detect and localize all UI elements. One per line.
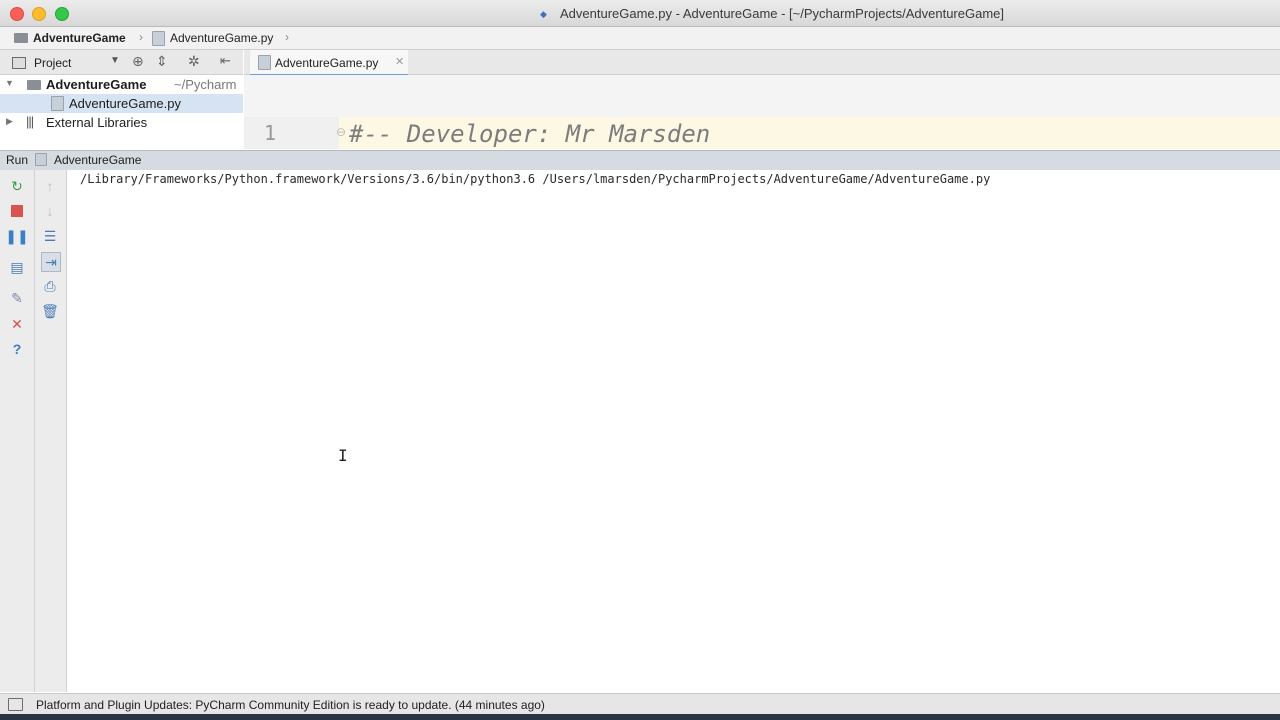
- title-bar: ◆ AdventureGame.py - AdventureGame - [~/…: [0, 0, 1280, 27]
- line-gutter: 1: [244, 117, 339, 149]
- project-view-icon: [12, 57, 26, 69]
- folder-icon: [27, 80, 41, 90]
- console-output: /Library/Frameworks/Python.framework/Ver…: [80, 172, 991, 186]
- library-icon: |||: [26, 114, 34, 129]
- trash-icon[interactable]: 🗑: [41, 302, 59, 320]
- navigation-bar: AdventureGame › AdventureGame.py ›: [0, 27, 1280, 50]
- window-title: AdventureGame.py - AdventureGame - [~/Py…: [560, 6, 1005, 21]
- line-number: 1: [264, 121, 277, 145]
- tree-item-project-root[interactable]: ▼ AdventureGame ~/Pycharm: [0, 75, 243, 94]
- close-icon[interactable]: ✕: [8, 315, 26, 333]
- soft-wrap-icon[interactable]: ☰: [41, 227, 59, 245]
- python-file-icon: [152, 31, 165, 46]
- project-view-selector[interactable]: Project: [34, 56, 71, 70]
- pin-icon[interactable]: ✎: [8, 289, 26, 307]
- folder-icon: [14, 33, 28, 43]
- close-tab-icon[interactable]: ✕: [395, 55, 404, 68]
- tree-item-label: AdventureGame: [46, 77, 147, 92]
- run-panel-header: Run AdventureGame: [0, 150, 1280, 171]
- stop-button[interactable]: [8, 202, 26, 220]
- expand-arrow-icon[interactable]: ▶: [6, 116, 13, 127]
- background-strip: [0, 714, 1280, 720]
- help-icon[interactable]: ?: [8, 340, 26, 358]
- expand-arrow-icon[interactable]: ▼: [5, 78, 14, 88]
- editor-tab[interactable]: AdventureGame.py ✕: [250, 50, 408, 76]
- run-toolbar-secondary: ↑ ↓ ☰ ⇥ ⎙ 🗑: [35, 170, 67, 692]
- print-icon[interactable]: ⎙: [41, 277, 59, 295]
- tree-item-file[interactable]: AdventureGame.py: [0, 94, 243, 113]
- rerun-icon[interactable]: ↻: [8, 177, 26, 195]
- python-file-icon: [35, 153, 47, 166]
- code-comment: #-- Developer: Mr Marsden: [349, 120, 711, 148]
- run-toolbar-primary: ↻ ❚❚ ▤ ✎ ✕ ?: [0, 170, 35, 692]
- editor-tab-bar: AdventureGame.py ✕: [244, 50, 1280, 76]
- project-panel-header: Project ▼ ⊕ ⇕ ✲ ⇤: [0, 50, 243, 75]
- breadcrumb-file[interactable]: AdventureGame.py: [170, 31, 273, 45]
- tree-item-label: AdventureGame.py: [69, 96, 182, 111]
- status-panel-icon[interactable]: [8, 698, 23, 711]
- tab-label: AdventureGame.py: [275, 56, 379, 70]
- up-arrow-icon[interactable]: ↑: [41, 177, 59, 195]
- pause-icon[interactable]: ❚❚: [5, 227, 28, 245]
- hide-panel-icon[interactable]: ⇤: [220, 53, 231, 69]
- text-cursor-icon: I: [338, 446, 348, 465]
- project-tree: ▼ AdventureGame ~/Pycharm AdventureGame.…: [0, 75, 243, 149]
- chevron-right-icon: ›: [139, 30, 143, 44]
- target-icon[interactable]: ⊕: [132, 53, 144, 70]
- chevron-right-icon: ›: [285, 30, 289, 44]
- layout-icon[interactable]: ▤: [8, 258, 26, 276]
- dropdown-arrow-icon[interactable]: ▼: [110, 55, 120, 66]
- status-message[interactable]: Platform and Plugin Updates: PyCharm Com…: [36, 698, 545, 712]
- breadcrumb-project[interactable]: AdventureGame: [33, 31, 126, 45]
- scroll-to-end-icon[interactable]: ⇥: [41, 252, 61, 272]
- down-arrow-icon[interactable]: ↓: [41, 202, 59, 220]
- collapse-icon[interactable]: ⇕: [156, 53, 168, 70]
- run-tab-label[interactable]: Run: [6, 153, 28, 167]
- gear-icon[interactable]: ✲: [188, 53, 200, 70]
- python-file-icon: [51, 96, 64, 111]
- run-console[interactable]: /Library/Frameworks/Python.framework/Ver…: [67, 170, 1280, 692]
- status-bar: Platform and Plugin Updates: PyCharm Com…: [0, 693, 1280, 715]
- tree-item-external-libraries[interactable]: ▶ ||| External Libraries: [0, 113, 243, 132]
- fold-icon[interactable]: ⊖: [336, 125, 346, 139]
- tree-item-label: External Libraries: [46, 115, 148, 130]
- editor-area[interactable]: [244, 75, 1280, 117]
- tree-item-path: ~/Pycharm: [174, 77, 237, 92]
- editor-line[interactable]: 1 ⊖ #-- Developer: Mr Marsden: [244, 117, 1280, 149]
- python-file-icon: [258, 55, 271, 70]
- run-config-label[interactable]: AdventureGame: [54, 153, 141, 167]
